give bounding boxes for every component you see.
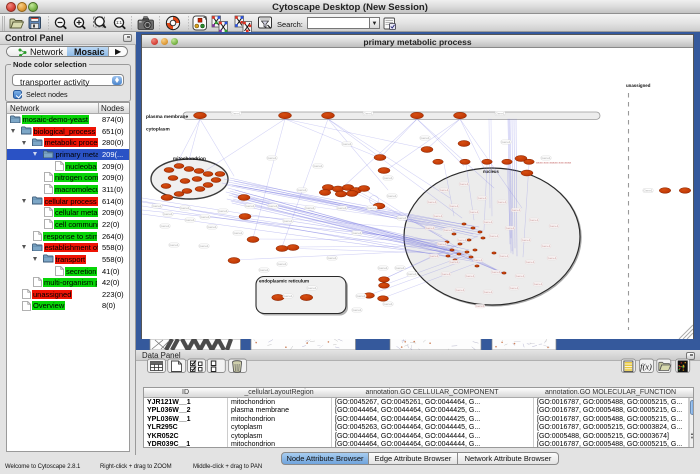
- svg-text:endoplasmic reticulum: endoplasmic reticulum: [259, 279, 309, 284]
- svg-text:cytoplasm: cytoplasm: [146, 127, 170, 133]
- svg-text:Gene1: Gene1: [550, 224, 559, 228]
- svg-text:Gene1: Gene1: [342, 142, 352, 146]
- svg-text:Gene1: Gene1: [444, 228, 453, 232]
- svg-text:Gene1: Gene1: [542, 244, 551, 248]
- svg-text:Gene1: Gene1: [506, 226, 515, 230]
- svg-text:Gene1: Gene1: [267, 156, 277, 160]
- svg-text:Gene1: Gene1: [500, 254, 509, 258]
- svg-text:Gene1: Gene1: [438, 242, 447, 246]
- svg-text:Gene1: Gene1: [478, 196, 487, 200]
- svg-text:Gene1: Gene1: [367, 206, 377, 210]
- svg-text:Gene1: Gene1: [160, 224, 170, 228]
- svg-text:Gene1: Gene1: [313, 164, 323, 168]
- svg-text:Gene1: Gene1: [490, 234, 499, 238]
- svg-text:Gene1: Gene1: [383, 302, 393, 306]
- svg-text:Gene1: Gene1: [297, 188, 307, 192]
- svg-text:Gene1: Gene1: [434, 214, 443, 218]
- svg-text:Gene1: Gene1: [470, 210, 479, 214]
- svg-text:Gene1: Gene1: [199, 244, 209, 248]
- svg-text:Gene1: Gene1: [643, 189, 653, 193]
- svg-text:Gene1: Gene1: [456, 288, 465, 292]
- svg-text:Gene1: Gene1: [327, 256, 337, 260]
- svg-text:plasma membrane: plasma membrane: [146, 114, 188, 120]
- svg-text:Gene1: Gene1: [397, 216, 407, 220]
- svg-text:Gene1: Gene1: [305, 206, 315, 210]
- svg-text:Gene1: Gene1: [430, 254, 439, 258]
- svg-text:Gene1: Gene1: [516, 274, 525, 278]
- svg-text:Gene1: Gene1: [420, 136, 430, 140]
- svg-text:Gene1: Gene1: [383, 176, 393, 180]
- svg-text:Gene1: Gene1: [200, 215, 210, 219]
- svg-text:Gene1: Gene1: [283, 219, 293, 223]
- svg-text:Gene1: Gene1: [484, 290, 493, 294]
- svg-text:aaaa aaa aaaaa aaa aaaa: aaaa aaa aaaaa aaa aaaa: [536, 160, 571, 164]
- svg-text:Gene1: Gene1: [530, 218, 539, 222]
- svg-text:Gene1: Gene1: [495, 112, 505, 116]
- svg-text:Gene1: Gene1: [428, 200, 437, 204]
- svg-text:Gene1: Gene1: [492, 270, 501, 274]
- svg-text:Gene1: Gene1: [387, 194, 397, 198]
- svg-text:Gene1: Gene1: [466, 274, 475, 278]
- svg-text:Gene1: Gene1: [352, 231, 362, 235]
- svg-text:Gene1: Gene1: [180, 206, 190, 210]
- svg-text:Gene1: Gene1: [474, 258, 483, 262]
- svg-text:Gene1: Gene1: [307, 286, 317, 290]
- svg-text:Gene1: Gene1: [548, 256, 557, 260]
- svg-text:Gene1: Gene1: [498, 200, 507, 204]
- svg-text:Gene1: Gene1: [218, 209, 228, 213]
- svg-text:1:1: 1:1: [116, 20, 122, 25]
- svg-text:Gene1: Gene1: [231, 112, 241, 116]
- svg-text:Gene1: Gene1: [534, 282, 543, 286]
- svg-text:Gene1: Gene1: [163, 212, 173, 216]
- svg-text:Gene1: Gene1: [283, 294, 293, 298]
- svg-text:Gene1: Gene1: [484, 220, 493, 224]
- svg-text:Gene1: Gene1: [450, 260, 459, 264]
- svg-text:Gene1: Gene1: [526, 260, 535, 264]
- svg-text:Gene1: Gene1: [458, 238, 467, 242]
- svg-text:Gene1: Gene1: [207, 225, 217, 229]
- svg-text:Gene1: Gene1: [501, 140, 511, 144]
- svg-text:Gene1: Gene1: [460, 182, 469, 186]
- svg-text:f(x): f(x): [640, 362, 652, 372]
- svg-text:unassigned: unassigned: [626, 83, 651, 88]
- svg-text:Gene1: Gene1: [268, 204, 278, 208]
- svg-text:Gene1: Gene1: [363, 112, 373, 116]
- svg-text:Gene1: Gene1: [450, 204, 459, 208]
- svg-text:Gene1: Gene1: [152, 204, 162, 208]
- svg-text:Gene1: Gene1: [337, 206, 347, 210]
- svg-text:Gene1: Gene1: [356, 294, 366, 298]
- svg-text:Gene1: Gene1: [442, 272, 451, 276]
- svg-text:Gene1: Gene1: [510, 286, 519, 290]
- svg-text:Gene1: Gene1: [259, 268, 269, 272]
- svg-text:Gene1: Gene1: [233, 231, 243, 235]
- svg-text:Gene1: Gene1: [245, 204, 255, 208]
- svg-text:Gene1: Gene1: [512, 208, 521, 212]
- svg-text:Gene1: Gene1: [395, 266, 405, 270]
- svg-text:Gene1: Gene1: [426, 226, 435, 230]
- svg-text:Gene1: Gene1: [277, 262, 287, 266]
- svg-text:Gene1: Gene1: [185, 218, 195, 222]
- svg-text:Gene1: Gene1: [407, 272, 417, 276]
- svg-text:Gene1: Gene1: [476, 304, 485, 308]
- svg-text:Gene1: Gene1: [440, 188, 449, 192]
- svg-text:Gene1: Gene1: [169, 243, 179, 247]
- svg-text:Gene1: Gene1: [378, 266, 388, 270]
- svg-text:Gene1: Gene1: [352, 308, 362, 312]
- svg-text:Gene1: Gene1: [522, 238, 531, 242]
